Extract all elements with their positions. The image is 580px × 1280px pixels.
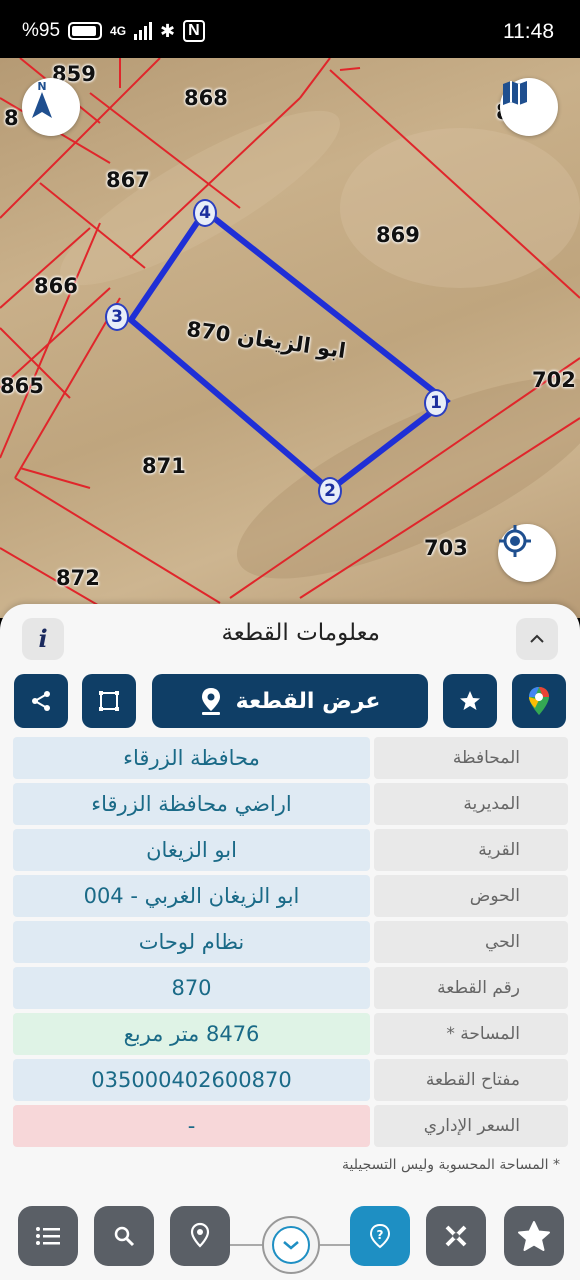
divider: [230, 1244, 264, 1246]
show-plot-label: عرض القطعة: [235, 688, 381, 714]
compass-button[interactable]: N: [22, 78, 80, 136]
clock: 11:48: [503, 20, 554, 43]
map-layers-button[interactable]: [500, 78, 558, 136]
google-maps-icon: [529, 687, 549, 715]
vertex-marker: 3: [105, 303, 129, 331]
share-icon: [32, 691, 50, 711]
location-pin-icon: [201, 688, 220, 715]
plot-label[interactable]: 703: [424, 536, 468, 560]
field-label: المحافظة: [374, 737, 568, 779]
help-icon: ?: [369, 1223, 391, 1249]
polygon-button[interactable]: [82, 674, 136, 728]
table-row: - السعر الإداري: [13, 1105, 568, 1147]
signal-icon: [134, 22, 153, 40]
svg-text:N: N: [37, 80, 46, 93]
field-value: 870: [13, 967, 370, 1009]
table-row: نظام لوحات الحي: [13, 921, 568, 963]
network-type: 4G: [110, 24, 127, 38]
field-label: رقم القطعة: [374, 967, 568, 1009]
crosshair-icon: [499, 525, 531, 557]
action-toolbar: عرض القطعة: [0, 674, 580, 728]
bottom-nav: ?: [0, 1188, 580, 1280]
field-label: الحي: [374, 921, 568, 963]
vertex-marker: 4: [193, 199, 217, 227]
nfc-icon: N: [183, 20, 205, 42]
map-icon: [503, 81, 527, 105]
share-button[interactable]: [14, 674, 68, 728]
field-value: ابو الزيغان الغربي - 004: [13, 875, 370, 917]
plot-label[interactable]: 867: [106, 168, 150, 192]
field-value: 035000402600870: [13, 1059, 370, 1101]
collapse-button[interactable]: [516, 618, 558, 660]
pin-icon: [190, 1222, 210, 1248]
table-row: محافظة الزرقاء المحافظة: [13, 737, 568, 779]
table-row: 8476 متر مربع المساحة *: [13, 1013, 568, 1055]
chevron-up-icon: [530, 634, 544, 643]
list-button[interactable]: [18, 1206, 78, 1266]
vertex-marker: 2: [318, 477, 342, 505]
tools-button[interactable]: [426, 1206, 486, 1266]
info-button[interactable]: i: [22, 618, 64, 660]
help-button[interactable]: ?: [350, 1206, 410, 1266]
field-label: مفتاح القطعة: [374, 1059, 568, 1101]
field-value: 8476 متر مربع: [13, 1013, 370, 1055]
table-row: اراضي محافظة الزرقاء المديرية: [13, 783, 568, 825]
collapse-nav-button[interactable]: [262, 1216, 320, 1274]
battery-percent: %95: [22, 20, 61, 41]
field-value: نظام لوحات: [13, 921, 370, 963]
plot-label[interactable]: 869: [376, 223, 420, 247]
plot-info-sheet: i معلومات القطعة عرض القطعة محافظة الزرق…: [0, 604, 580, 1280]
plot-label[interactable]: 868: [184, 86, 228, 110]
field-label: الحوض: [374, 875, 568, 917]
vertex-marker: 1: [424, 389, 448, 417]
status-icons: %95 4G ✱ N: [22, 20, 205, 42]
partial-plot-label: 8: [4, 106, 19, 130]
area-footnote: * المساحة المحسوبة وليس التسجيلية: [342, 1157, 560, 1173]
field-value: محافظة الزرقاء: [13, 737, 370, 779]
search-icon: [114, 1226, 135, 1247]
table-row: 870 رقم القطعة: [13, 967, 568, 1009]
chevron-down-icon: [283, 1241, 299, 1250]
field-label: المديرية: [374, 783, 568, 825]
field-value: -: [13, 1105, 370, 1147]
plot-details-table: محافظة الزرقاء المحافظة اراضي محافظة الز…: [13, 737, 568, 1151]
svg-text:?: ?: [377, 1228, 384, 1242]
field-label: السعر الإداري: [374, 1105, 568, 1147]
list-icon: [36, 1227, 60, 1245]
favorite-button[interactable]: [443, 674, 497, 728]
pin-button[interactable]: [170, 1206, 230, 1266]
field-label: المساحة *: [374, 1013, 568, 1055]
polygon-icon: [99, 691, 119, 711]
field-label: القرية: [374, 829, 568, 871]
field-value: ابو الزيغان: [13, 829, 370, 871]
google-maps-button[interactable]: [512, 674, 566, 728]
bluetooth-icon: ✱: [160, 20, 176, 41]
tools-icon: [445, 1225, 467, 1247]
divider: [318, 1244, 352, 1246]
plot-label[interactable]: 866: [34, 274, 78, 298]
plot-label[interactable]: 871: [142, 454, 186, 478]
show-plot-button[interactable]: عرض القطعة: [152, 674, 428, 728]
compass-icon: N: [32, 80, 52, 118]
status-bar: %95 4G ✱ N 11:48: [0, 0, 580, 58]
sheet-title: معلومات القطعة: [221, 620, 380, 646]
plot-label[interactable]: 702: [532, 368, 576, 392]
battery-icon: [68, 22, 103, 40]
star-icon: [460, 691, 480, 710]
table-row: 035000402600870 مفتاح القطعة: [13, 1059, 568, 1101]
favorites-button[interactable]: [504, 1206, 564, 1266]
plot-label[interactable]: 872: [56, 566, 100, 590]
star-icon: [518, 1221, 550, 1251]
sheet-header: i معلومات القطعة: [0, 604, 580, 666]
table-row: ابو الزيغان الغربي - 004 الحوض: [13, 875, 568, 917]
map-view[interactable]: 859 868 867 869 866 865 871 702 703 872 …: [0, 58, 580, 618]
my-location-button[interactable]: [498, 524, 556, 582]
field-value: اراضي محافظة الزرقاء: [13, 783, 370, 825]
table-row: ابو الزيغان القرية: [13, 829, 568, 871]
plot-label[interactable]: 865: [0, 374, 44, 398]
search-button[interactable]: [94, 1206, 154, 1266]
